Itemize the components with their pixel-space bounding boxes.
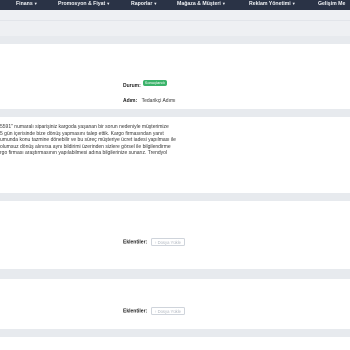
chevron-down-icon: ▼ [33,1,38,6]
chevron-down-icon: ▼ [106,1,111,6]
attachments-card: Eklentiler: ↑Dosya Yükle [0,201,350,269]
status-badge: Sonuçlandı [142,79,167,86]
message-card: 5591" numaralı siparişiniz kargoda yaşan… [0,117,350,193]
attachments-card: Eklentiler: ↑Dosya Yükle [0,279,350,329]
sub-header [0,10,350,21]
message-text: 5591" numaralı siparişiniz kargoda yaşan… [0,124,280,157]
step-label: Adım: [123,98,138,104]
section-divider [0,109,350,117]
section-divider [0,329,350,337]
attachments-row: Eklentiler: ↑Dosya Yükle [123,307,186,316]
nav-label: Reklam Yönetimi [249,1,291,7]
nav-label: Gelişim Me [318,1,346,7]
nav-label: Raporlar [131,1,153,7]
section-divider [0,193,350,201]
step-row: Adım: Tedarikçi Adımı [123,89,176,107]
upload-file-button[interactable]: ↑Dosya Yükle [150,238,186,247]
attachments-label: Eklentiler: [123,308,148,315]
nav-item-promosyon[interactable]: Promosyon & Fiyat▼ [58,1,110,7]
next-card [0,337,350,350]
nav-item-finans[interactable]: Finans▼ [16,1,38,7]
upload-label: Dosya Yükle [157,239,182,245]
nav-item-magaza[interactable]: Mağaza & Müşteri▼ [177,1,226,7]
nav-item-reklam[interactable]: Reklam Yönetimi▼ [249,1,296,7]
chevron-down-icon: ▼ [153,1,158,6]
upload-label: Dosya Yükle [157,308,182,314]
message-line: rgo firması araştırmasının yapılabilmesi… [0,150,168,156]
nav-label: Mağaza & Müşteri [177,1,221,7]
upload-icon: ↑ [154,308,157,314]
section-divider [0,269,350,279]
chevron-down-icon: ▼ [291,1,296,6]
nav-label: Promosyon & Fiyat [58,1,106,7]
attachments-label: Eklentiler: [123,239,148,246]
nav-item-raporlar[interactable]: Raporlar▼ [131,1,157,7]
upload-icon: ↑ [154,239,157,245]
nav-item-gelisim[interactable]: Gelişim Me [318,1,345,7]
nav-label: Finans [16,1,33,7]
status-card: Durum:Sonuçlandı Adım: Tedarikçi Adımı [0,44,350,109]
chevron-down-icon: ▼ [221,1,226,6]
attachments-row: Eklentiler: ↑Dosya Yükle [123,238,186,247]
step-value: Tedarikçi Adımı [141,98,176,104]
section-divider [0,36,350,44]
top-navigation: Finans▼ Promosyon & Fiyat▼ Raporlar▼ Mağ… [0,0,350,10]
upload-file-button[interactable]: ↑Dosya Yükle [150,307,186,316]
